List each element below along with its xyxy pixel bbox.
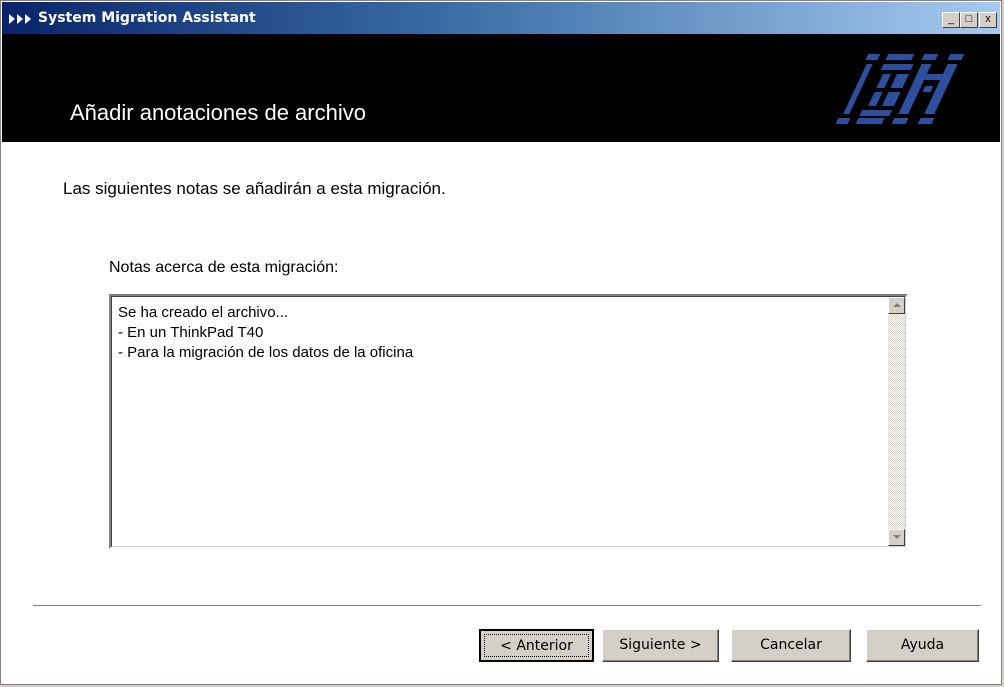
triple-arrow-icon: [9, 14, 31, 24]
scroll-down-arrow-icon: [893, 535, 901, 539]
back-button-label: < Anterior: [500, 638, 573, 654]
cancel-button[interactable]: Cancelar: [731, 629, 851, 662]
notes-textarea-inner: Se ha creado el archivo... - En un Think…: [111, 296, 906, 547]
minimize-icon: _: [947, 13, 955, 25]
close-button[interactable]: x: [979, 12, 997, 28]
footer-divider: [33, 605, 981, 607]
notes-label: Notas acerca de esta migración:: [109, 259, 339, 276]
window-title: System Migration Assistant: [38, 10, 256, 26]
notes-text[interactable]: Se ha creado el archivo... - En un Think…: [118, 303, 413, 363]
next-button-label: Siguiente >: [619, 637, 702, 653]
header-banner: Añadir anotaciones de archivo: [2, 34, 1000, 143]
page-title: Añadir anotaciones de archivo: [70, 100, 366, 125]
notes-textarea[interactable]: Se ha creado el archivo... - En un Think…: [109, 294, 908, 549]
scroll-up-button[interactable]: [888, 297, 905, 314]
help-button-label: Ayuda: [900, 637, 945, 653]
title-bar[interactable]: System Migration Assistant _ □ x: [2, 2, 1000, 34]
back-button[interactable]: < Anterior: [479, 629, 594, 662]
close-icon: x: [985, 13, 991, 25]
help-button[interactable]: Ayuda: [866, 629, 979, 662]
intro-text: Las siguientes notas se añadirán a esta …: [63, 179, 446, 198]
cancel-button-label: Cancelar: [760, 637, 822, 653]
migration-window: System Migration Assistant _ □ x Añadir …: [0, 0, 1002, 685]
next-button[interactable]: Siguiente >: [602, 629, 719, 662]
notes-scrollbar[interactable]: [888, 297, 905, 546]
minimize-button[interactable]: _: [942, 12, 960, 28]
scroll-down-button[interactable]: [888, 529, 905, 546]
ibm-logo: [835, 54, 965, 124]
maximize-button[interactable]: □: [960, 12, 978, 28]
scroll-up-arrow-icon: [893, 303, 901, 307]
maximize-icon: □: [965, 13, 973, 25]
